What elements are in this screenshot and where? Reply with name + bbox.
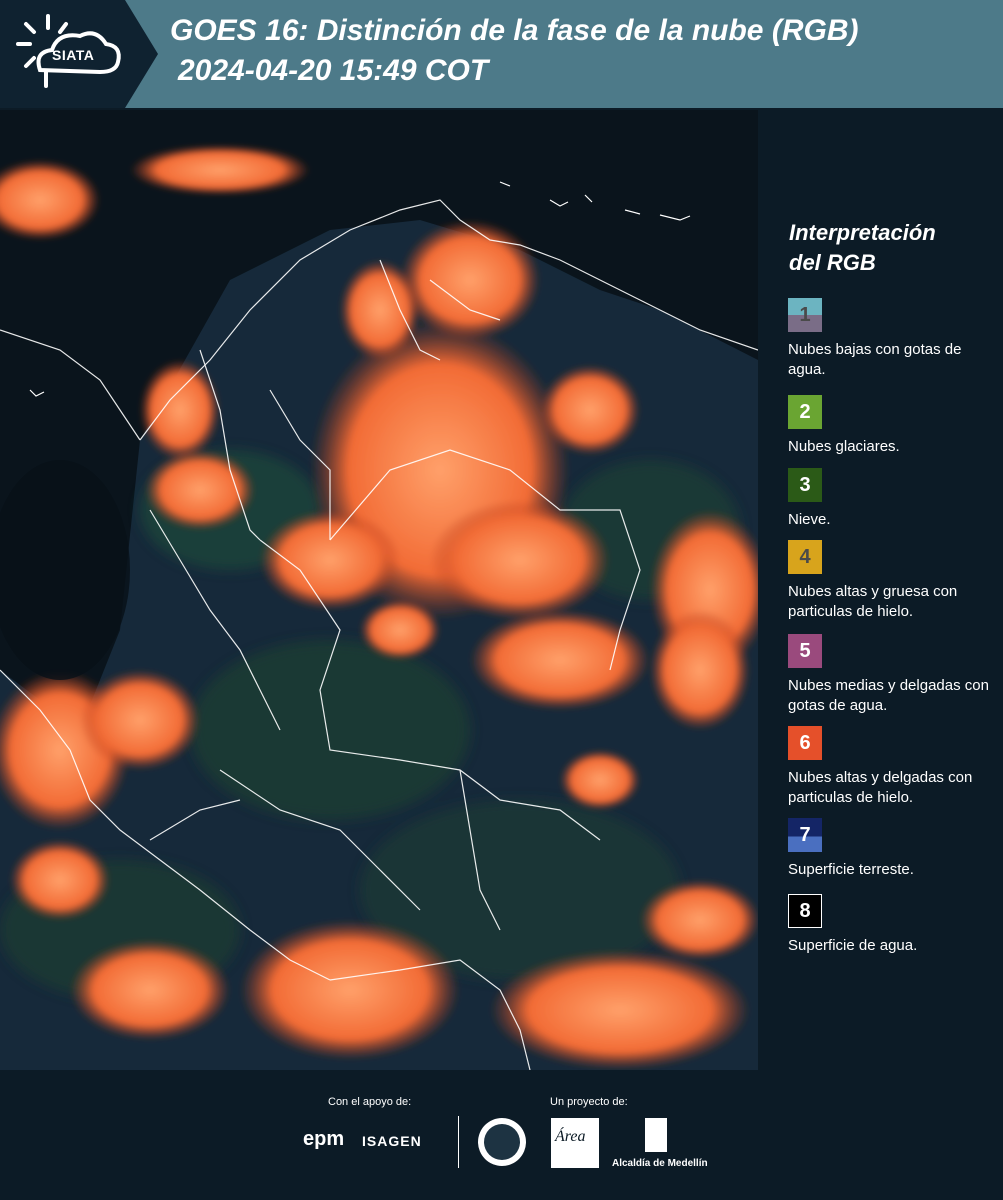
legend-label-7: Superficie terreste.	[788, 861, 914, 878]
area-metropolitana-logo: Área	[551, 1118, 599, 1168]
legend-item-7: 7 Superficie terreste.	[788, 818, 998, 880]
alcaldia-logo-text: Alcaldía de Medellín	[612, 1158, 708, 1169]
legend-item-1: 1 Nubes bajas con gotas de agua.	[788, 298, 998, 380]
project-label: Un proyecto de:	[550, 1096, 628, 1108]
legend-label-1: Nubes bajas con gotas de agua.	[788, 341, 962, 378]
area-logo-text: Área	[555, 1128, 586, 1145]
legend-label-2: Nubes glaciares.	[788, 438, 900, 455]
legend-panel: Interpretación del RGB 1 Nubes bajas con…	[760, 110, 1003, 1070]
legend-swatch-7: 7	[788, 818, 822, 852]
footer: Con el apoyo de: Un proyecto de: epm ISA…	[0, 1070, 1003, 1200]
legend-item-4: 4 Nubes altas y gruesa con particulas de…	[788, 540, 998, 622]
isagen-logo: ISAGEN	[362, 1133, 422, 1149]
legend-label-6: Nubes altas y delgadas con particulas de…	[788, 769, 973, 806]
legend-label-3: Nieve.	[788, 511, 831, 528]
legend-title-line2: del RGB	[789, 250, 876, 275]
siata-logo-text: SIATA	[52, 47, 95, 63]
legend-label-4: Nubes altas y gruesa con particulas de h…	[788, 583, 958, 620]
legend-item-8: 8 Superficie de agua.	[788, 894, 998, 956]
legend-label-8: Superficie de agua.	[788, 937, 918, 954]
legend-number-8: 8	[799, 899, 811, 922]
seal-logo-inner	[484, 1124, 520, 1160]
legend-title: Interpretación del RGB	[789, 218, 999, 278]
legend-number-2: 2	[799, 400, 811, 423]
satellite-rgb-map-image	[0, 110, 758, 1070]
alcaldia-shield-icon	[645, 1118, 667, 1152]
legend-swatch-2: 2	[788, 395, 822, 429]
legend-swatch-5: 5	[788, 634, 822, 668]
satellite-map	[0, 110, 758, 1070]
legend-swatch-8: 8	[788, 894, 822, 928]
footer-divider	[458, 1116, 459, 1168]
legend-swatch-1: 1	[788, 298, 822, 332]
legend-title-line1: Interpretación	[789, 220, 936, 245]
legend-item-6: 6 Nubes altas y delgadas con particulas …	[788, 726, 998, 808]
seal-logo-icon	[478, 1118, 526, 1166]
header: SIATA GOES 16: Distinción de la fase de …	[0, 0, 1003, 108]
legend-label-5: Nubes medias y delgadas con gotas de agu…	[788, 677, 989, 714]
legend-number-5: 5	[799, 639, 811, 662]
legend-swatch-3: 3	[788, 468, 822, 502]
timestamp: 2024-04-20 15:49 COT	[178, 54, 489, 87]
legend-number-3: 3	[799, 473, 811, 496]
legend-item-3: 3 Nieve.	[788, 468, 998, 530]
legend-number-6: 6	[799, 731, 811, 754]
epm-logo: epm	[303, 1128, 345, 1150]
legend-swatch-4: 4	[788, 540, 822, 574]
legend-number-7: 7	[799, 823, 811, 846]
page-title: GOES 16: Distinción de la fase de la nub…	[170, 14, 859, 47]
legend-item-5: 5 Nubes medias y delgadas con gotas de a…	[788, 634, 998, 716]
legend-number-1: 1	[799, 303, 811, 326]
legend-item-2: 2 Nubes glaciares.	[788, 395, 998, 457]
legend-number-4: 4	[799, 545, 811, 568]
legend-swatch-6: 6	[788, 726, 822, 760]
support-label: Con el apoyo de:	[328, 1096, 412, 1108]
